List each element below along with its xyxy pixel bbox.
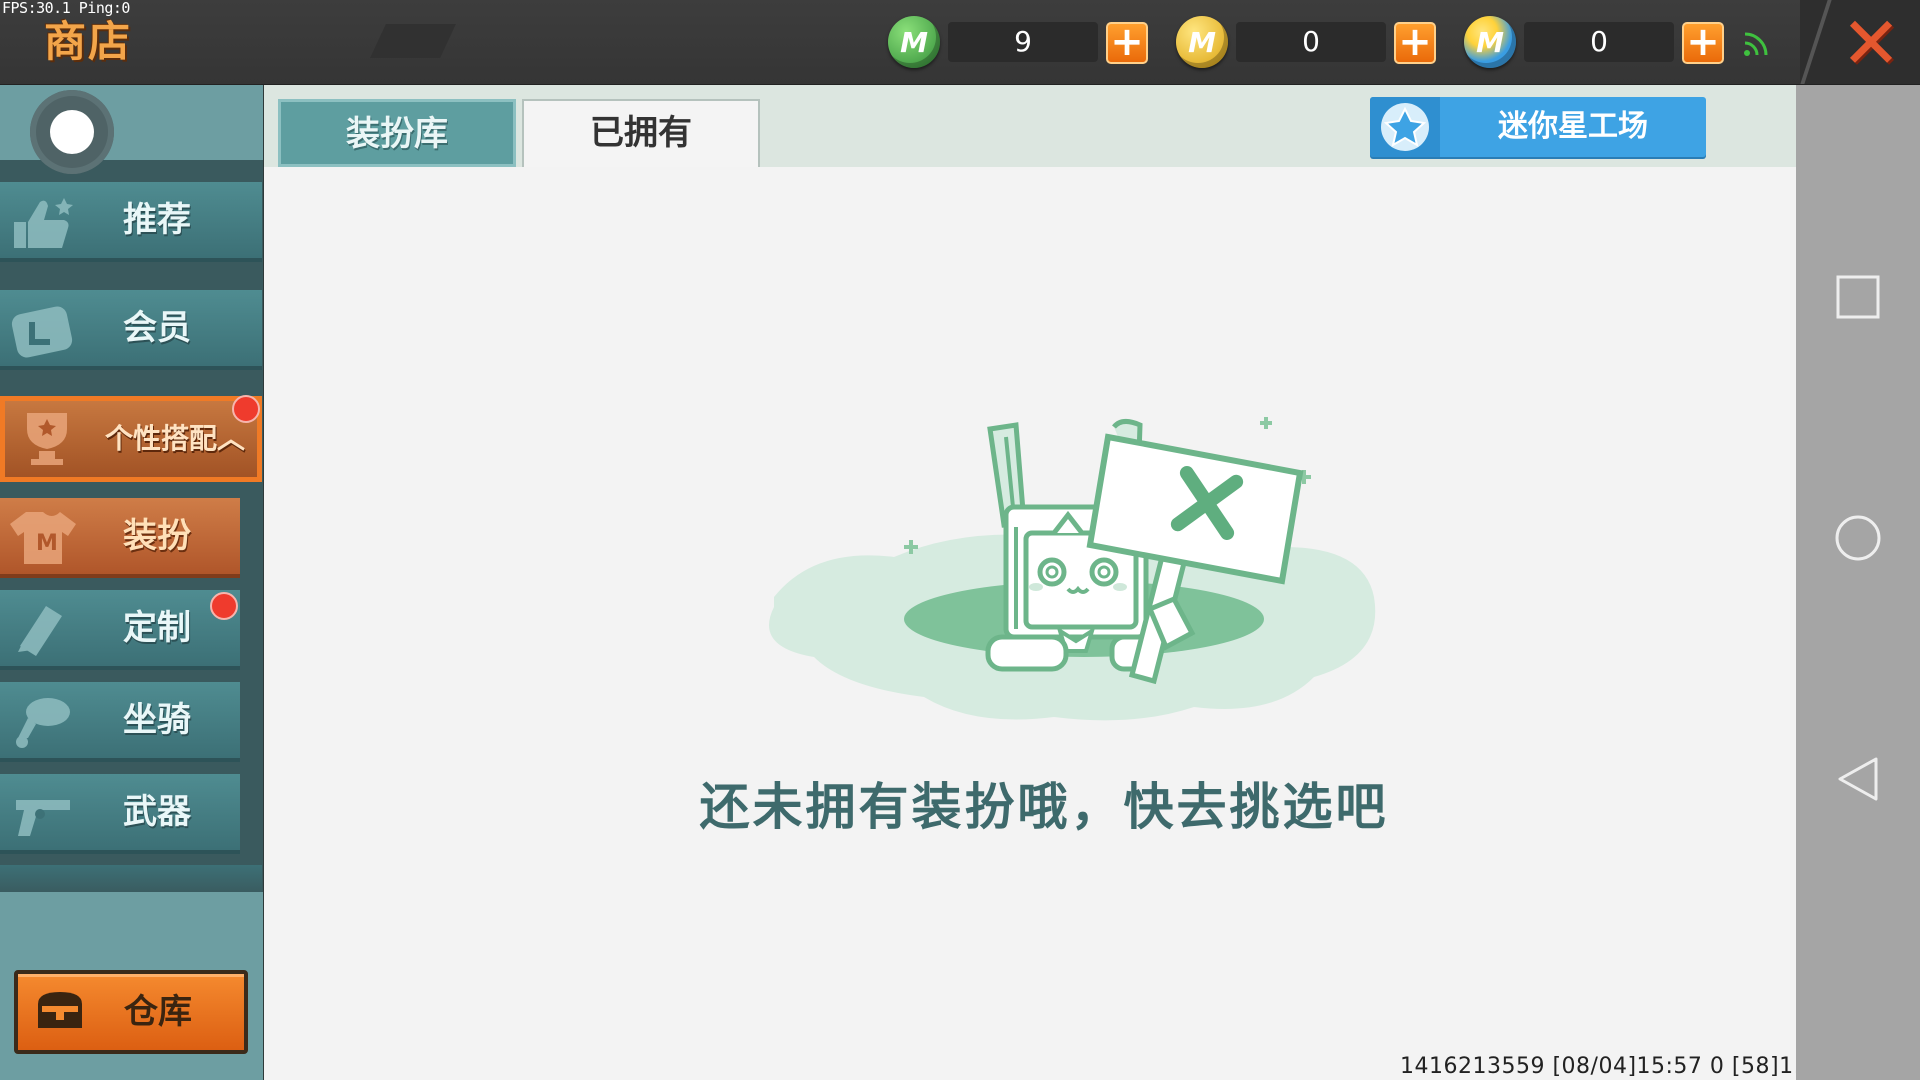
sidebar-item-customize[interactable]: 定制 — [0, 590, 240, 670]
chevron-up-icon: ︿ — [217, 422, 246, 455]
back-icon[interactable] — [1834, 755, 1882, 803]
android-navigation-bar — [1796, 85, 1920, 1080]
gold-mini-coin-icon: M — [1176, 16, 1228, 68]
workshop-label: 迷你星工场 — [1498, 109, 1648, 144]
currency-gold: M 0 + — [1176, 16, 1446, 74]
sidebar-item-label: 会员 — [123, 308, 191, 348]
add-gold-coin-button[interactable]: + — [1394, 22, 1436, 64]
toggle-switch[interactable] — [30, 90, 114, 174]
close-button[interactable]: ✕ — [1836, 7, 1906, 79]
sidebar-item-personal-style[interactable]: 个性搭配︿ — [0, 396, 262, 482]
warehouse-label: 仓库 — [124, 992, 192, 1032]
sidebar-item-mount[interactable]: 坐骑 — [0, 682, 240, 762]
mini-workshop-button[interactable]: 迷你星工场 — [1370, 97, 1706, 157]
thumbs-up-icon — [14, 198, 73, 248]
header-decoration — [370, 24, 456, 58]
currency-blue: M 0 + — [1464, 16, 1734, 74]
add-green-coin-button[interactable]: + — [1106, 22, 1148, 64]
member-card-icon — [11, 306, 73, 358]
tab-dress-library[interactable]: 装扮库 — [278, 99, 516, 167]
warehouse-button[interactable]: 仓库 — [14, 970, 248, 1054]
home-icon[interactable] — [1834, 514, 1882, 562]
tab-owned[interactable]: 已拥有 — [522, 99, 760, 169]
add-blue-coin-button[interactable]: + — [1682, 22, 1724, 64]
currency-amount: 0 — [1236, 22, 1386, 62]
sidebar-item-label: 武器 — [123, 792, 191, 832]
shirt-icon: M — [10, 512, 76, 564]
empty-state-message: 还未拥有装扮哦，快去挑选吧 — [699, 778, 1389, 836]
empty-state-illustration — [769, 417, 1376, 721]
footer-info: 1416213559 [08/04]15:57 0 [58]1.16.1 — [1400, 1054, 1853, 1079]
sidebar-item-label: 推荐 — [123, 200, 191, 240]
gun-icon — [16, 800, 70, 836]
sidebar-item-member[interactable]: 会员 — [0, 290, 262, 370]
sidebar-item-recommend[interactable]: 推荐 — [0, 182, 262, 262]
currency-amount: 0 — [1524, 22, 1674, 62]
sidebar-item-label: 装扮 — [123, 516, 191, 556]
notification-badge — [210, 592, 238, 620]
sidebar-item-weapon[interactable]: 武器 — [0, 774, 240, 854]
trophy-icon — [27, 413, 67, 465]
mount-icon — [16, 698, 70, 748]
star-icon — [1370, 97, 1440, 157]
recent-apps-icon[interactable] — [1834, 273, 1882, 321]
page-title: 商店 — [44, 17, 133, 66]
top-bar: FPS:30.1 Ping:0 商店 M 9 + M 0 + M 0 + — [0, 0, 1920, 85]
sidebar-item-label: 个性搭配︿ — [104, 422, 246, 455]
chest-icon — [38, 992, 82, 1028]
content-panel: 还未拥有装扮哦，快去挑选吧 — [264, 167, 1796, 1080]
pencil-icon — [18, 606, 62, 656]
sidebar-item-dress-up[interactable]: M 装扮 — [0, 498, 240, 578]
sidebar-item-label: 坐骑 — [123, 700, 191, 740]
sidebar-scroll-fade — [0, 865, 262, 895]
currency-green: M 9 + — [888, 16, 1158, 74]
signal-icon — [1744, 32, 1768, 56]
svg-text:M: M — [36, 531, 58, 556]
green-mini-coin-icon: M — [888, 16, 940, 68]
currency-amount: 9 — [948, 22, 1098, 62]
blue-mini-coin-icon: M — [1464, 16, 1516, 68]
notification-badge — [232, 395, 260, 423]
